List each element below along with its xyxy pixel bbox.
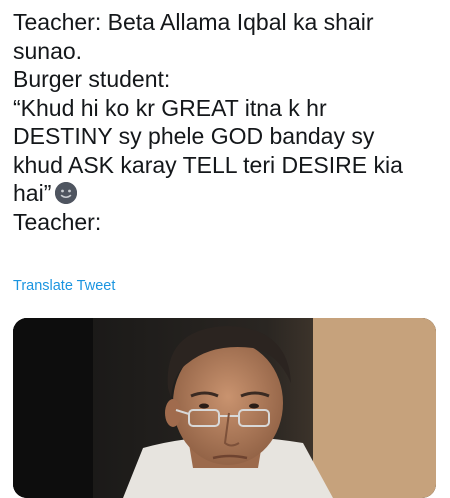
slightly-smiling-face-icon <box>55 182 78 204</box>
tweet-line: Burger student: <box>13 66 171 92</box>
tweet-line: khud ASK karay TELL teri DESIRE kia <box>13 151 403 178</box>
tweet-line: hai” <box>13 180 52 206</box>
tweet-line: DESTINY sy phele GOD banday sy <box>13 123 375 149</box>
photo-man-with-glasses <box>13 318 436 498</box>
tweet-line: sunao. <box>13 37 83 64</box>
tweet-line: Teacher: Beta Allama Iqbal ka shair <box>13 9 374 35</box>
tweet-text: Teacher: Beta Allama Iqbal ka shair suna… <box>13 8 443 236</box>
tweet-media-photo[interactable] <box>13 318 436 498</box>
translate-tweet-link[interactable]: Translate Tweet <box>13 278 115 294</box>
tweet-line: “Khud hi ko kr GREAT itna k hr <box>13 94 327 121</box>
tweet-line-with-emoji: hai” <box>13 179 443 208</box>
tweet-line: Teacher: <box>13 208 102 235</box>
